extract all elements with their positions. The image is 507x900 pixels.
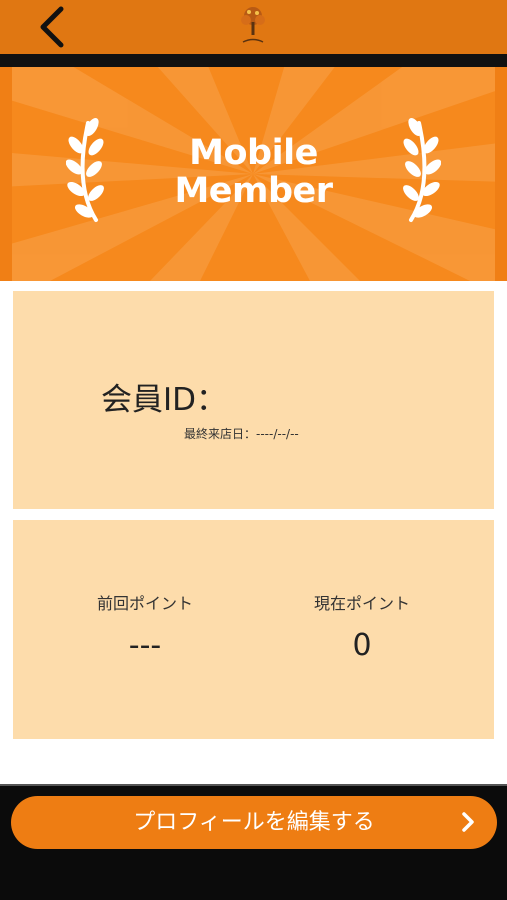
member-id-label: 会員ID： xyxy=(101,382,228,418)
chevron-right-icon xyxy=(462,812,474,832)
edit-profile-button[interactable]: プロフィールを編集する xyxy=(11,796,497,849)
back-button[interactable] xyxy=(30,4,74,50)
current-points-value: 0 xyxy=(352,628,372,663)
previous-points-label: 前回ポイント xyxy=(96,594,193,613)
points-card: 前回ポイント --- 現在ポイント 0 xyxy=(13,520,494,739)
current-points-label: 現在ポイント xyxy=(313,594,410,613)
banner-title-line2: Member xyxy=(174,171,333,211)
current-points: 現在ポイント 0 xyxy=(262,590,462,663)
footer-divider xyxy=(0,784,507,786)
banner-title: Mobile Member xyxy=(0,134,507,210)
top-bar xyxy=(0,0,507,54)
member-banner: Mobile Member xyxy=(0,67,507,281)
banner-title-line1: Mobile xyxy=(189,133,318,173)
last-visit-date: 最終来店日：----/--/-- xyxy=(184,427,299,441)
previous-points: 前回ポイント --- xyxy=(45,590,245,663)
member-id-card: 会員ID： 最終来店日：----/--/-- xyxy=(13,291,494,509)
chevron-left-icon xyxy=(40,6,64,48)
tree-logo-icon xyxy=(241,7,265,43)
previous-points-value: --- xyxy=(128,628,162,663)
edit-profile-label: プロフィールを編集する xyxy=(133,810,375,835)
header-divider xyxy=(0,54,507,67)
